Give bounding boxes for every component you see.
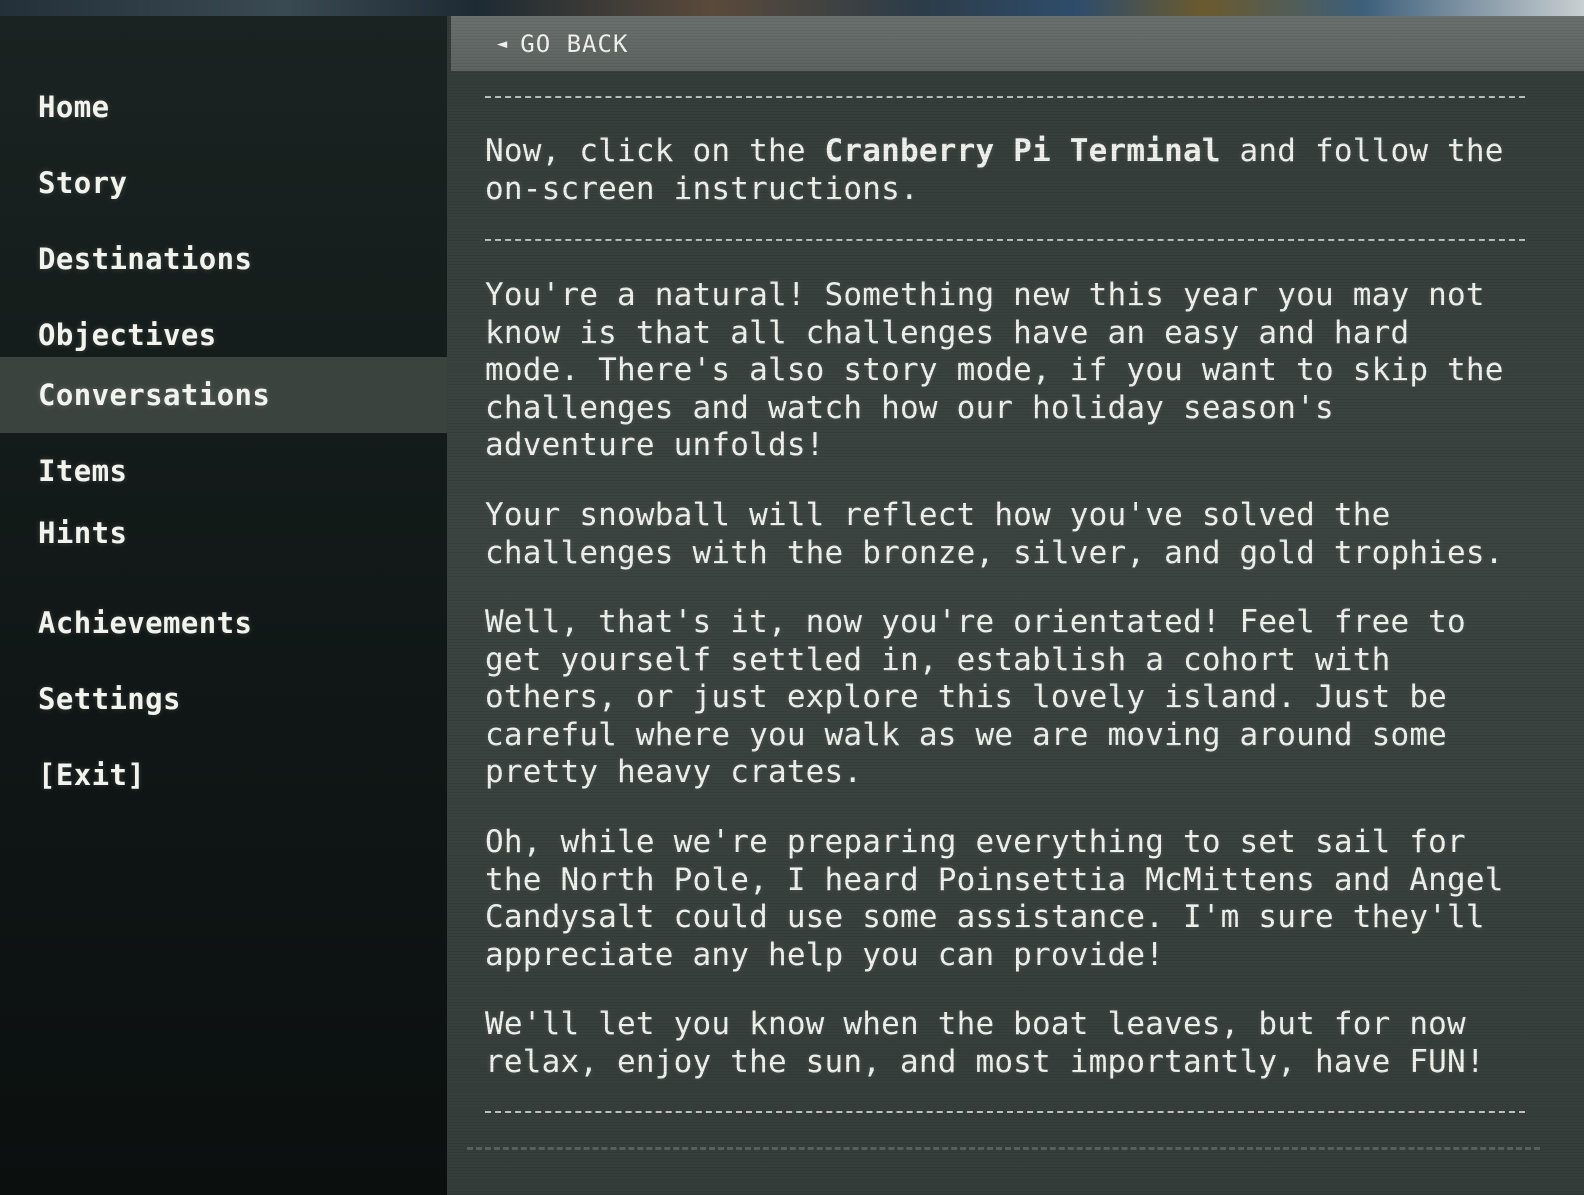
- sidebar-item-exit[interactable]: [Exit]: [0, 737, 447, 813]
- panel-bottom-border: [467, 1147, 1540, 1150]
- conversation-paragraph: Oh, while we're preparing everything to …: [485, 824, 1504, 973]
- go-back-label: GO BACK: [520, 29, 629, 58]
- conversation-paragraph: Your snowball will reflect how you've so…: [485, 497, 1504, 571]
- divider: [485, 1111, 1525, 1113]
- sidebar-item-home[interactable]: Home: [0, 69, 447, 145]
- conversation-paragraph: Well, that's it, now you're orientated! …: [485, 604, 1466, 791]
- sidebar-item-conversations[interactable]: Conversations: [0, 357, 447, 433]
- sidebar-item-achievements[interactable]: Achievements: [0, 585, 447, 661]
- sidebar-menu: Home Story Destinations Objectives Conve…: [0, 16, 447, 1195]
- go-back-button[interactable]: ◄ GO BACK: [451, 16, 1584, 71]
- sidebar-item-destinations[interactable]: Destinations: [0, 221, 447, 297]
- back-arrow-icon: ◄: [497, 33, 509, 54]
- cranberry-pi-terminal-highlight: Cranberry Pi Terminal: [824, 133, 1221, 169]
- conversation-intro: Now, click on the Cranberry Pi Terminal …: [485, 133, 1555, 208]
- sidebar-item-settings[interactable]: Settings: [0, 661, 447, 737]
- divider: [485, 239, 1525, 241]
- conversation-paragraph: You're a natural! Something new this yea…: [485, 277, 1504, 464]
- sidebar-item-story[interactable]: Story: [0, 145, 447, 221]
- conversation-paragraph: We'll let you know when the boat leaves,…: [485, 1006, 1485, 1080]
- divider: [485, 96, 1525, 98]
- sidebar-item-hints[interactable]: Hints: [0, 495, 447, 571]
- intro-text-pre: Now, click on the: [485, 133, 825, 169]
